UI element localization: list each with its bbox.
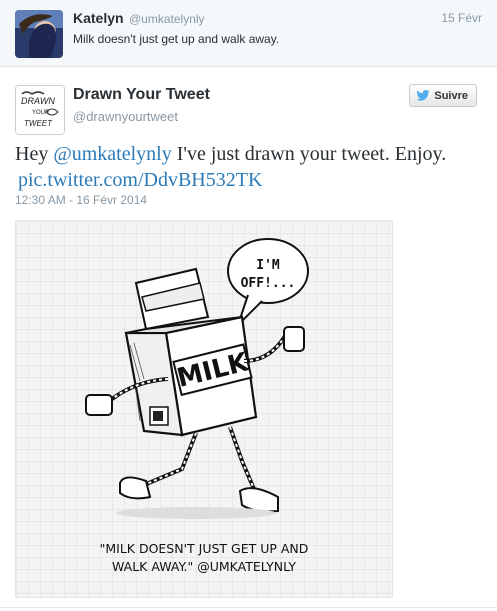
mention-link[interactable]: @umkatelynly [53,143,171,165]
follow-button[interactable]: Suivre [409,84,477,107]
reply-date[interactable]: 15 Févr [441,11,482,25]
speech-text-2: OFF!... [241,276,296,291]
divider [0,607,497,608]
follow-button-label: Suivre [434,89,468,102]
drawing-caption-1: "MILK DOESN'T JUST GET UP AND [100,541,309,556]
reply-author-handle[interactable]: @umkatelynly [129,12,205,26]
reply-avatar[interactable] [15,10,63,58]
milk-carton-drawing: I'M OFF!... MILK "MILK DOESN'T JUST GET … [16,221,392,597]
svg-text:DRAWN: DRAWN [21,96,55,106]
svg-text:TWEET: TWEET [24,119,53,128]
tweet-text-prefix: Hey [15,143,54,165]
tweet-photo[interactable]: I'M OFF!... MILK "MILK DOESN'T JUST GET … [15,220,393,598]
tweet-timestamp[interactable]: 12:30 AM - 16 Févr 2014 [15,193,147,207]
author-name[interactable]: Drawn Your Tweet [73,86,210,104]
reply-text: Milk doesn't just get up and walk away. [73,32,280,46]
author-handle[interactable]: @drawnyourtweet [73,109,178,124]
twitter-bird-icon [416,90,430,101]
drawing-caption-2: WALK AWAY." @UMKATELYNLY [112,559,296,574]
reply-author-name[interactable]: Katelyn [73,10,124,26]
tweet-text: Hey @umkatelynly I've just drawn your tw… [15,141,485,193]
author-avatar[interactable]: DRAWN YOUR TWEET [15,85,65,135]
speech-text-1: I'M [256,258,280,273]
pic-link[interactable]: pic.twitter.com/DdvBH532TK [18,169,262,191]
reply-tweet[interactable]: Katelyn @umkatelynly 15 Févr Milk doesn'… [0,0,497,67]
tweet-text-body: I've just drawn your tweet. Enjoy. [171,143,447,165]
drawn-your-tweet-logo: DRAWN YOUR TWEET [16,86,64,134]
